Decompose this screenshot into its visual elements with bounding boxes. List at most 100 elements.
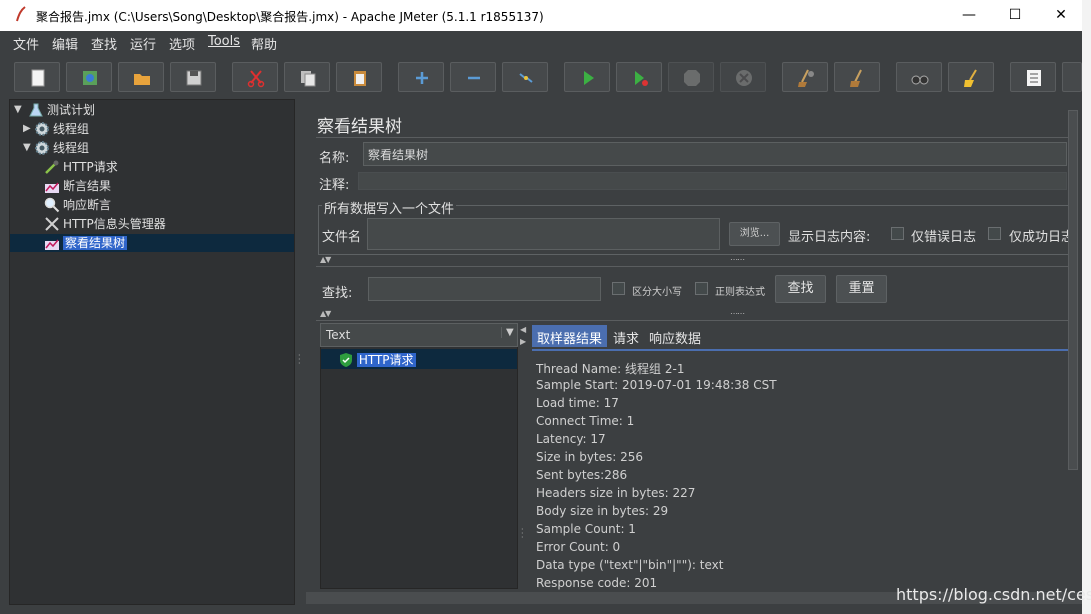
test-plan-tree: ▼ 测试计划 ▶ 线程组 ▼ 线程组 HTTP请求 断言结果 响应断言 HTTP… <box>9 99 295 605</box>
tree-collapse-arrow-icon[interactable]: ▶ <box>23 123 31 134</box>
tree-node-thread-group-2[interactable]: 线程组 <box>34 139 89 157</box>
shield-check-icon <box>340 352 352 367</box>
stop-icon <box>684 70 700 86</box>
results-list: HTTP请求 <box>320 323 518 589</box>
drag-handle-icon[interactable]: ⋯⋯ <box>730 255 745 264</box>
tree-node-header-manager[interactable]: HTTP信息头管理器 <box>44 215 166 233</box>
jmeter-window: 聚合报告.jmx (C:\Users\Song\Desktop\聚合报告.jmx… <box>0 0 1082 614</box>
collapse-arrows-icon[interactable]: ▲▼ <box>320 255 331 264</box>
minimize-button[interactable]: — <box>946 0 992 31</box>
menu-run[interactable]: 运行 <box>130 34 156 53</box>
broom-icon <box>964 69 977 87</box>
new-file-icon <box>31 69 45 87</box>
menu-options[interactable]: 选项 <box>169 34 195 53</box>
errors-only-checkbox[interactable] <box>891 227 904 240</box>
tree-node-view-results-tree[interactable]: 察看结果树 <box>44 234 128 252</box>
help-button[interactable] <box>1062 62 1082 92</box>
search-button-panel[interactable]: 查找 <box>775 275 826 303</box>
save-button[interactable] <box>170 62 216 92</box>
tab-request[interactable]: 请求 <box>608 325 644 347</box>
success-only-label: 仅成功日志 <box>1009 230 1071 245</box>
new-button[interactable] <box>14 62 60 92</box>
tree-expand-arrow-icon[interactable]: ▼ <box>23 142 31 153</box>
shutdown-icon <box>736 70 752 86</box>
name-input[interactable] <box>363 142 1067 166</box>
copy-button[interactable] <box>284 62 330 92</box>
tree-node-thread-group-1[interactable]: 线程组 <box>34 120 89 138</box>
paste-button[interactable] <box>336 62 382 92</box>
chart-icon <box>45 239 59 250</box>
play-no-pause-icon <box>635 71 648 86</box>
function-helper-button[interactable] <box>1010 62 1056 92</box>
minus-icon <box>468 76 480 80</box>
renderer-select-value: Text <box>326 328 351 342</box>
comment-input[interactable] <box>358 172 1067 190</box>
start-button[interactable] <box>564 62 610 92</box>
save-icon <box>186 70 202 86</box>
regex-checkbox[interactable] <box>695 282 708 295</box>
templates-button[interactable] <box>66 62 112 92</box>
menu-help[interactable]: 帮助 <box>251 34 277 53</box>
tree-node-http-request[interactable]: HTTP请求 <box>44 158 118 176</box>
result-line: Data type ("text"|"bin"|""): text <box>536 558 724 572</box>
list-icon <box>1027 70 1041 86</box>
result-line: Thread Name: 线程组 2-1 <box>536 362 685 376</box>
stop-button[interactable] <box>668 62 714 92</box>
maximize-button[interactable]: ☐ <box>992 0 1038 31</box>
errors-only-label: 仅错误日志 <box>911 230 977 245</box>
tree-node-assertion-results[interactable]: 断言结果 <box>44 177 111 195</box>
tree-expand-arrow-icon[interactable]: ▼ <box>14 104 22 115</box>
paste-icon <box>354 71 366 86</box>
reset-search-button[interactable] <box>948 62 994 92</box>
drag-handle-icon[interactable]: ⋯⋯ <box>730 309 745 318</box>
list-item[interactable]: HTTP请求 <box>339 351 416 368</box>
close-button[interactable]: ✕ <box>1038 0 1084 31</box>
toggle-button[interactable] <box>502 62 548 92</box>
tree-node-response-assertion[interactable]: 响应断言 <box>44 196 111 214</box>
start-no-pauses-button[interactable] <box>616 62 662 92</box>
magnifier-icon <box>44 197 60 212</box>
case-sensitive-label: 区分大小写 <box>632 287 682 298</box>
broom-gear-icon <box>798 69 814 87</box>
success-only-checkbox[interactable] <box>988 227 1001 240</box>
binoculars-icon <box>911 75 929 85</box>
browse-button[interactable]: 浏览... <box>729 222 780 246</box>
filename-input[interactable] <box>367 218 720 250</box>
result-line: Latency: 17 <box>536 432 606 446</box>
broom-all-icon <box>850 69 862 87</box>
open-button[interactable] <box>118 62 164 92</box>
results-splitter[interactable]: ◀ ▶ · · · <box>519 323 527 589</box>
result-line: Size in bytes: 256 <box>536 450 644 464</box>
menu-edit[interactable]: 编辑 <box>52 34 78 53</box>
vertical-splitter[interactable]: · · · <box>295 99 305 605</box>
renderer-select[interactable]: Text ▼ <box>320 323 518 347</box>
divider <box>316 137 1068 138</box>
tree-node-test-plan[interactable]: 测试计划 <box>28 101 95 119</box>
search-input[interactable] <box>368 277 601 301</box>
reset-button[interactable]: 重置 <box>836 275 887 303</box>
expand-button[interactable] <box>398 62 444 92</box>
vertical-scrollbar[interactable] <box>1068 110 1078 470</box>
name-label: 名称: <box>319 151 350 166</box>
clear-all-button[interactable] <box>834 62 880 92</box>
splitter-right-arrow-icon: ▶ <box>520 337 527 346</box>
case-sensitive-checkbox[interactable] <box>612 282 625 295</box>
chart-icon <box>45 182 59 193</box>
divider <box>316 266 1068 267</box>
shutdown-button[interactable] <box>720 62 766 92</box>
clear-button[interactable] <box>782 62 828 92</box>
menu-tools[interactable]: Tools <box>208 34 240 49</box>
desktop-background-right <box>1082 0 1091 614</box>
search-button[interactable] <box>896 62 942 92</box>
collapse-button[interactable] <box>450 62 496 92</box>
menu-file[interactable]: 文件 <box>13 34 39 53</box>
jmeter-feather-icon <box>16 6 26 22</box>
panel-title: 察看结果树 <box>317 117 402 137</box>
tab-response-data[interactable]: 响应数据 <box>644 325 706 347</box>
menu-search[interactable]: 查找 <box>91 34 117 53</box>
log-content-label: 显示日志内容: <box>788 230 871 245</box>
cut-button[interactable] <box>232 62 278 92</box>
window-title: 聚合报告.jmx (C:\Users\Song\Desktop\聚合报告.jmx… <box>36 10 544 24</box>
tab-sampler-result[interactable]: 取样器结果 <box>532 325 608 347</box>
collapse-arrows-icon[interactable]: ▲▼ <box>320 309 331 318</box>
